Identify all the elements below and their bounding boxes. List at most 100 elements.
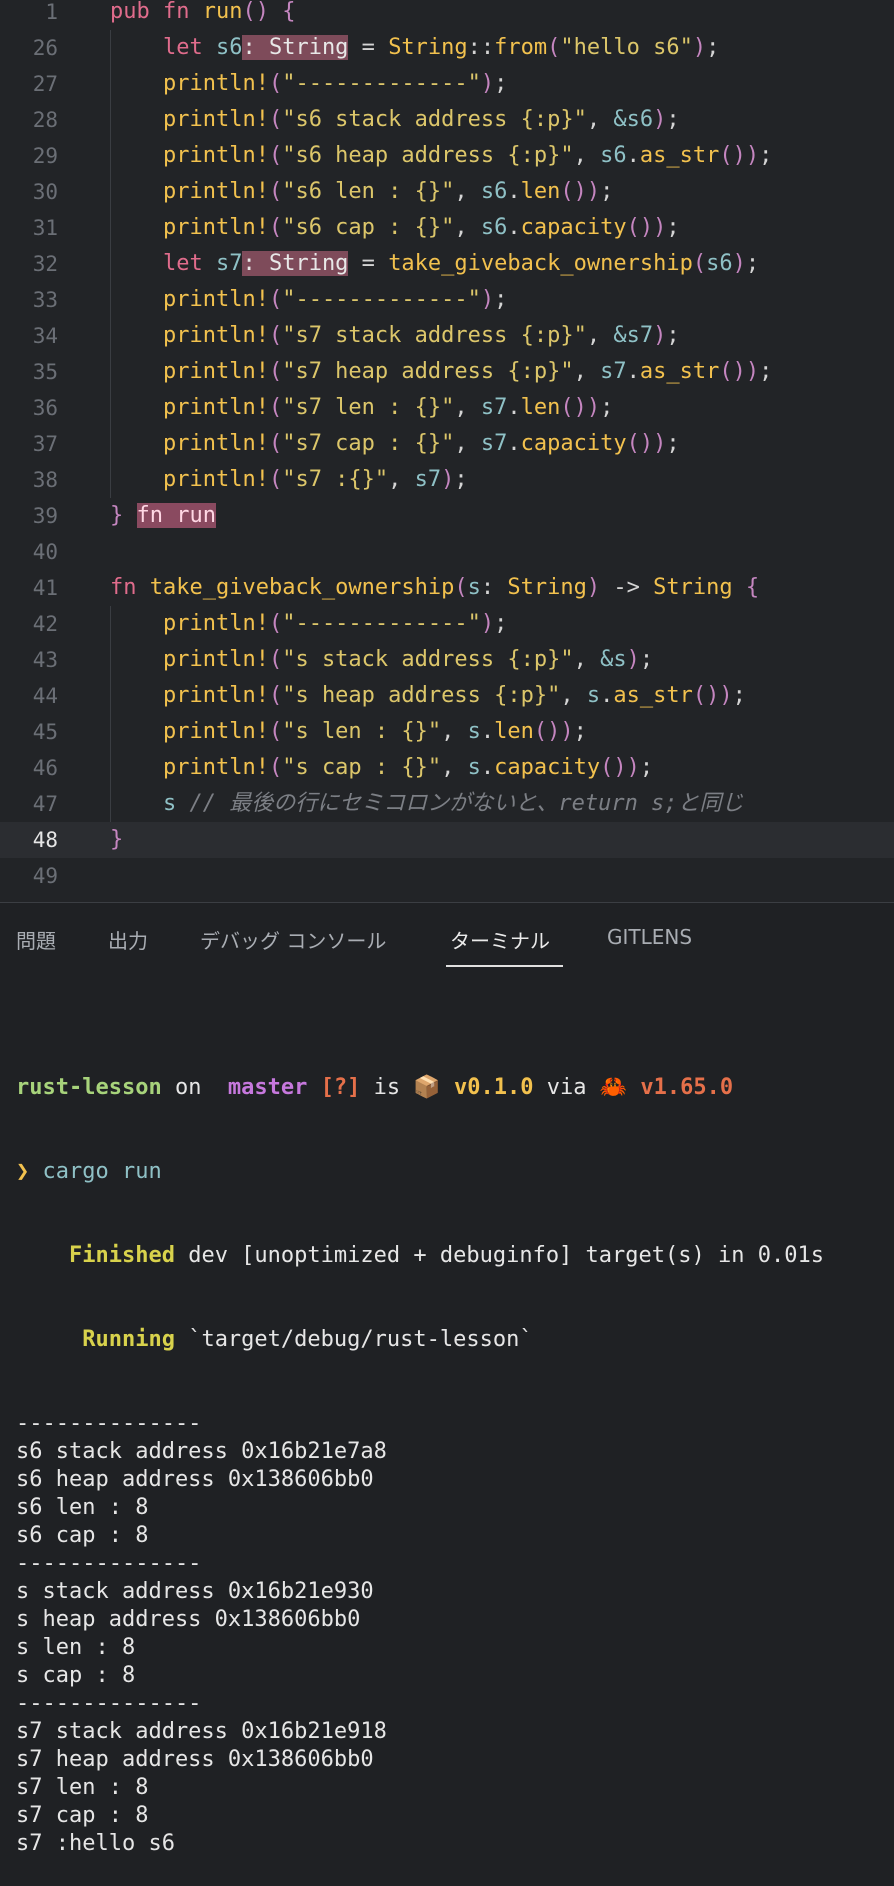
code-token: take_giveback_ownership: [388, 251, 693, 276]
code-token: len: [520, 179, 561, 204]
code-token: (: [268, 755, 283, 780]
tab-problems[interactable]: 問題: [16, 925, 56, 954]
terminal-output-line: s stack address 0x16b21e930: [16, 1579, 374, 1604]
terminal[interactable]: rust-lesson on master [?] is 📦 v0.1.0 vi…: [16, 1018, 824, 1886]
code-token: .: [480, 719, 495, 744]
code-token: s6: [215, 35, 243, 60]
code-token: "s stack address {:p}": [282, 647, 574, 672]
code-token: ;: [494, 71, 508, 96]
code-line[interactable]: 41 fn take_giveback_ownership(s: String) …: [0, 570, 894, 606]
tab-debug-console[interactable]: デバッグ コンソール: [200, 925, 386, 954]
line-number: 35: [32, 360, 58, 384]
code-token: ;: [639, 647, 654, 672]
line-number: 1: [45, 0, 58, 24]
code-editor[interactable]: 1 pub fn run() {26 let s6: String = Strin…: [0, 0, 894, 902]
prompt-is: is: [360, 1075, 414, 1100]
code-line[interactable]: 39} fn run: [0, 498, 894, 534]
code-token: (: [268, 359, 283, 384]
terminal-output-line: s len : 8: [16, 1635, 136, 1660]
code-line[interactable]: 35 println!("s7 heap address {:p}", s7.a…: [0, 354, 894, 390]
code-token: s6: [706, 251, 733, 276]
line-number: 27: [32, 72, 58, 96]
code-line[interactable]: 37 println!("s7 cap : {}", s7.capacity()…: [0, 426, 894, 462]
code-token: ()): [719, 359, 760, 384]
code-token: (: [268, 107, 283, 132]
code-token: println!: [162, 467, 269, 492]
code-line[interactable]: 33 println!("-------------");: [0, 282, 894, 318]
code-line[interactable]: 38 println!("s7 :{}", s7);: [0, 462, 894, 498]
code-line[interactable]: 47 s // 最後の行にセミコロンがないと、return s;と同じ: [0, 786, 894, 822]
line-number: 32: [32, 252, 58, 276]
terminal-command-line: ❯ cargo run: [16, 1158, 824, 1186]
code-text: let s6: String = String::from("hello s6"…: [110, 30, 719, 66]
code-line[interactable]: 28 println!("s6 stack address {:p}", &s6…: [0, 102, 894, 138]
line-number: 29: [32, 144, 58, 168]
code-token: println!: [162, 107, 269, 132]
code-token: (: [268, 611, 283, 636]
code-line[interactable]: 30 println!("s6 len : {}", s6.len());: [0, 174, 894, 210]
code-text: println!("-------------");: [110, 282, 507, 318]
project-name: rust-lesson: [16, 1075, 162, 1100]
code-token: s6: [480, 179, 508, 204]
code-token: println!: [162, 359, 269, 384]
code-token: ;: [706, 35, 720, 60]
line-number: 33: [32, 288, 58, 312]
rust-version: v1.65.0: [627, 1075, 734, 1100]
code-token: &s6: [613, 107, 654, 132]
code-token: (: [268, 71, 283, 96]
code-token: ;: [732, 683, 746, 708]
code-token: .: [507, 431, 521, 456]
code-token: ,: [573, 647, 601, 672]
code-line[interactable]: 48}: [0, 822, 894, 858]
code-token: println!: [162, 323, 269, 348]
code-line[interactable]: 45 println!("s len : {}", s.len());: [0, 714, 894, 750]
code-line[interactable]: 27 println!("-------------");: [0, 66, 894, 102]
code-line[interactable]: 40: [0, 534, 894, 570]
code-token: s: [467, 575, 481, 600]
code-token: ): [732, 251, 746, 276]
code-token: "s6 len : {}": [282, 179, 455, 204]
code-token: ,: [573, 359, 601, 384]
code-token: println!: [162, 215, 269, 240]
code-token: s6: [600, 143, 627, 168]
code-text: pub fn run() {: [110, 0, 295, 30]
code-text: println!("s heap address {:p}", s.as_str…: [110, 678, 746, 714]
code-line[interactable]: 43 println!("s stack address {:p}", &s);: [0, 642, 894, 678]
terminal-output-line: s6 stack address 0x16b21e7a8: [16, 1439, 387, 1464]
tab-gitlens[interactable]: GITLENS: [607, 925, 692, 949]
code-text: println!("s6 stack address {:p}", &s6);: [110, 102, 680, 138]
line-number: 26: [32, 36, 58, 60]
code-text: println!("s6 cap : {}", s6.capacity());: [110, 210, 680, 246]
code-line[interactable]: 26 let s6: String = String::from("hello …: [0, 30, 894, 66]
tab-terminal[interactable]: ターミナル: [450, 925, 550, 954]
code-token: "s len : {}": [282, 719, 442, 744]
code-line[interactable]: 1 pub fn run() {: [0, 0, 894, 30]
terminal-output-line: s7 heap address 0x138606bb0: [16, 1747, 374, 1772]
code-token: ,: [586, 107, 614, 132]
code-token: println!: [162, 71, 269, 96]
code-token: ): [480, 611, 495, 636]
terminal-output-line: s6 cap : 8: [16, 1523, 149, 1548]
code-line[interactable]: 31 println!("s6 cap : {}", s6.capacity()…: [0, 210, 894, 246]
code-line[interactable]: 36 println!("s7 len : {}", s7.len());: [0, 390, 894, 426]
line-number: 28: [32, 108, 58, 132]
code-line[interactable]: 32 let s7: String = take_giveback_owners…: [0, 246, 894, 282]
code-token: .: [480, 755, 495, 780]
code-text: println!("s6 len : {}", s6.len());: [110, 174, 613, 210]
code-line[interactable]: 46 println!("s cap : {}", s.capacity());: [0, 750, 894, 786]
code-token: println!: [162, 683, 269, 708]
code-token: (: [268, 395, 283, 420]
code-token: ;: [600, 179, 614, 204]
code-text: println!("s7 heap address {:p}", s7.as_s…: [110, 354, 772, 390]
line-number: 31: [32, 216, 58, 240]
code-line[interactable]: 49: [0, 858, 894, 894]
tab-output[interactable]: 出力: [108, 925, 148, 954]
code-line[interactable]: 29 println!("s6 heap address {:p}", s6.a…: [0, 138, 894, 174]
code-token: s: [467, 719, 481, 744]
code-token: ;: [494, 287, 508, 312]
code-line[interactable]: 34 println!("s7 stack address {:p}", &s7…: [0, 318, 894, 354]
terminal-output-line: s7 :hello s6: [16, 1831, 175, 1856]
code-line[interactable]: 44 println!("s heap address {:p}", s.as_…: [0, 678, 894, 714]
code-line[interactable]: 42 println!("-------------");: [0, 606, 894, 642]
